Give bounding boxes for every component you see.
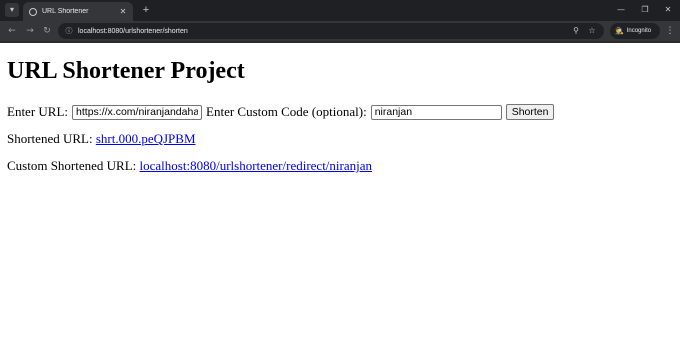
window-close-button[interactable]: ✕ [660,3,676,17]
custom-code-label: Enter Custom Code (optional): [206,104,367,119]
browser-tab[interactable]: URL Shortener ✕ [23,2,133,21]
restore-button[interactable]: ❐ [637,3,653,17]
incognito-badge[interactable]: 🕵 Incognito [610,23,660,39]
kebab-menu-icon[interactable]: ⋮ [664,24,676,38]
tab-search-button[interactable]: ▾ [5,3,19,17]
bookmark-star-icon[interactable]: ☆ [586,25,598,37]
custom-code-input[interactable] [370,104,502,120]
minimize-button[interactable]: — [613,3,629,17]
address-text[interactable]: localhost:8080/urlshortener/shorten [78,28,188,35]
reload-button[interactable]: ↻ [40,24,54,38]
incognito-label: Incognito [626,28,652,34]
custom-url-label: Custom Shortened URL: [7,158,137,173]
shortened-url-row: Shortened URL: shrt.000.peQJPBM [7,131,196,147]
close-icon[interactable]: ✕ [119,7,127,16]
custom-url-row: Custom Shortened URL: localhost:8080/url… [7,158,372,174]
tab-title: URL Shortener [42,8,89,15]
chevron-down-icon: ▾ [9,5,14,14]
incognito-icon: 🕵 [615,27,624,35]
globe-icon [29,7,37,16]
shorten-button[interactable]: Shorten [505,104,555,120]
browser-toolbar: ← → ↻ ⓘ localhost:8080/urlshortener/shor… [0,21,680,41]
tab-strip: ▾ URL Shortener ✕ + — ❐ ✕ [0,0,680,21]
back-button[interactable]: ← [5,24,19,38]
shortened-url-link[interactable]: shrt.000.peQJPBM [96,131,196,146]
shortened-url-label: Shortened URL: [7,131,93,146]
url-input[interactable] [72,104,203,120]
address-bar[interactable]: ⓘ localhost:8080/urlshortener/shorten ⚲ … [58,23,604,39]
page-content: URL Shortener Project Enter URL: Enter C… [0,43,680,357]
new-tab-button[interactable]: + [140,3,152,17]
custom-url-link[interactable]: localhost:8080/urlshortener/redirect/nir… [140,158,372,173]
url-label: Enter URL: [7,104,69,119]
forward-button[interactable]: → [23,24,37,38]
zoom-icon[interactable]: ⚲ [570,25,582,37]
page-title: URL Shortener Project [7,58,245,84]
site-info-icon[interactable]: ⓘ [64,26,74,36]
shorten-form: Enter URL: Enter Custom Code (optional):… [7,104,555,120]
